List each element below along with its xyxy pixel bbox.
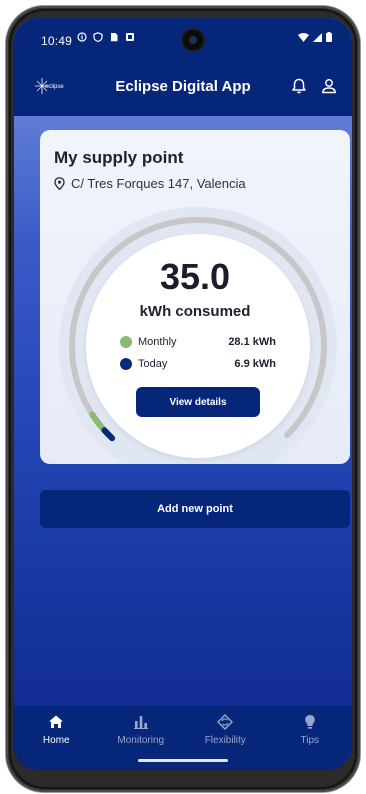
wifi-icon: [298, 32, 309, 42]
bar-chart-icon: [133, 716, 148, 729]
info-icon: [77, 32, 87, 42]
shield-icon: [93, 32, 103, 42]
front-camera: [183, 30, 203, 50]
legend-label: Monthly: [138, 336, 177, 348]
battery-icon: [326, 32, 332, 42]
consumption-value: 35.0: [159, 256, 231, 297]
status-icons-left: [77, 32, 135, 42]
consumption-unit: kWh consumed: [139, 303, 251, 320]
home-icon: [49, 715, 64, 728]
status-icons-right: [298, 32, 332, 42]
app-bar: eclipse Eclipse Digital App: [14, 58, 352, 116]
notification-box-icon: [126, 33, 134, 41]
nav-tips[interactable]: Tips: [268, 706, 353, 752]
nav-monitoring[interactable]: Monitoring: [99, 706, 184, 752]
bottom-navigation: Home Monitoring Flexibility Tips: [14, 706, 352, 752]
nav-flexibility[interactable]: Flexibility: [183, 706, 268, 752]
sim-card-icon: [111, 33, 118, 42]
lightbulb-icon: [304, 715, 315, 729]
signal-icon: [313, 32, 322, 42]
legend-today: Today 6.9 kWh: [120, 356, 276, 372]
nav-home[interactable]: Home: [14, 706, 99, 752]
nav-label: Tips: [300, 735, 320, 746]
legend-label: Today: [138, 358, 168, 370]
sync-icon: [217, 714, 234, 730]
legend-value: 6.9 kWh: [234, 358, 276, 370]
view-details-button[interactable]: View details: [136, 387, 260, 417]
status-bar: 10:49: [14, 18, 352, 58]
gesture-home-bar[interactable]: [14, 752, 352, 770]
status-time: 10:49: [41, 34, 73, 48]
monthly-dot: [120, 336, 132, 348]
nav-label: Monitoring: [117, 735, 165, 746]
today-dot: [120, 358, 132, 370]
nav-label: Flexibility: [204, 735, 246, 746]
app-screen: 10:49 eclipse Eclipse Digital App My sup…: [14, 18, 352, 770]
legend-monthly: Monthly 28.1 kWh: [120, 334, 276, 350]
add-new-point-button[interactable]: Add new point: [40, 490, 350, 528]
user-profile-icon[interactable]: [320, 77, 338, 95]
bell-icon[interactable]: [290, 77, 308, 95]
nav-label: Home: [42, 735, 70, 746]
legend-value: 28.1 kWh: [228, 336, 276, 348]
supply-point-card: My supply point C/ Tres Forques 147, Val…: [40, 130, 350, 464]
